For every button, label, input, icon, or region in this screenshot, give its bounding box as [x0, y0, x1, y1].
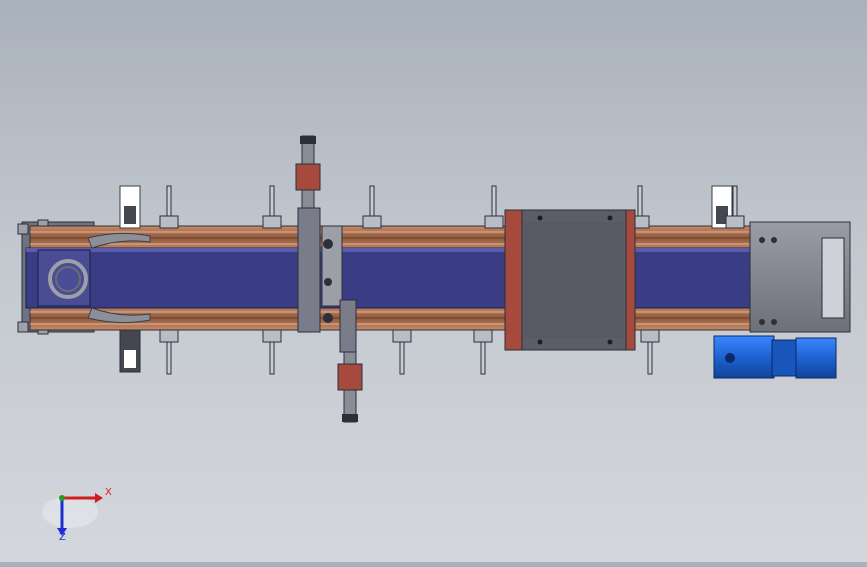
x-axis-arrowhead — [95, 493, 103, 503]
conveyor-assembly-model[interactable] — [0, 0, 867, 562]
x-axis-label: X — [105, 487, 112, 498]
z-axis-label: Z — [59, 532, 66, 543]
transfer-plate[interactable] — [504, 209, 636, 351]
support-legs-top[interactable] — [159, 185, 745, 229]
cad-graphics-viewport[interactable]: X Z — [0, 0, 867, 562]
end-roller[interactable] — [37, 249, 91, 307]
y-axis-dot — [59, 495, 65, 501]
left-top-bracket-slot — [124, 206, 136, 224]
gear-motor[interactable] — [713, 335, 837, 379]
coordinate-triad — [42, 493, 103, 536]
right-end-frame[interactable] — [749, 221, 851, 333]
left-bottom-bracket-slot — [124, 350, 136, 368]
